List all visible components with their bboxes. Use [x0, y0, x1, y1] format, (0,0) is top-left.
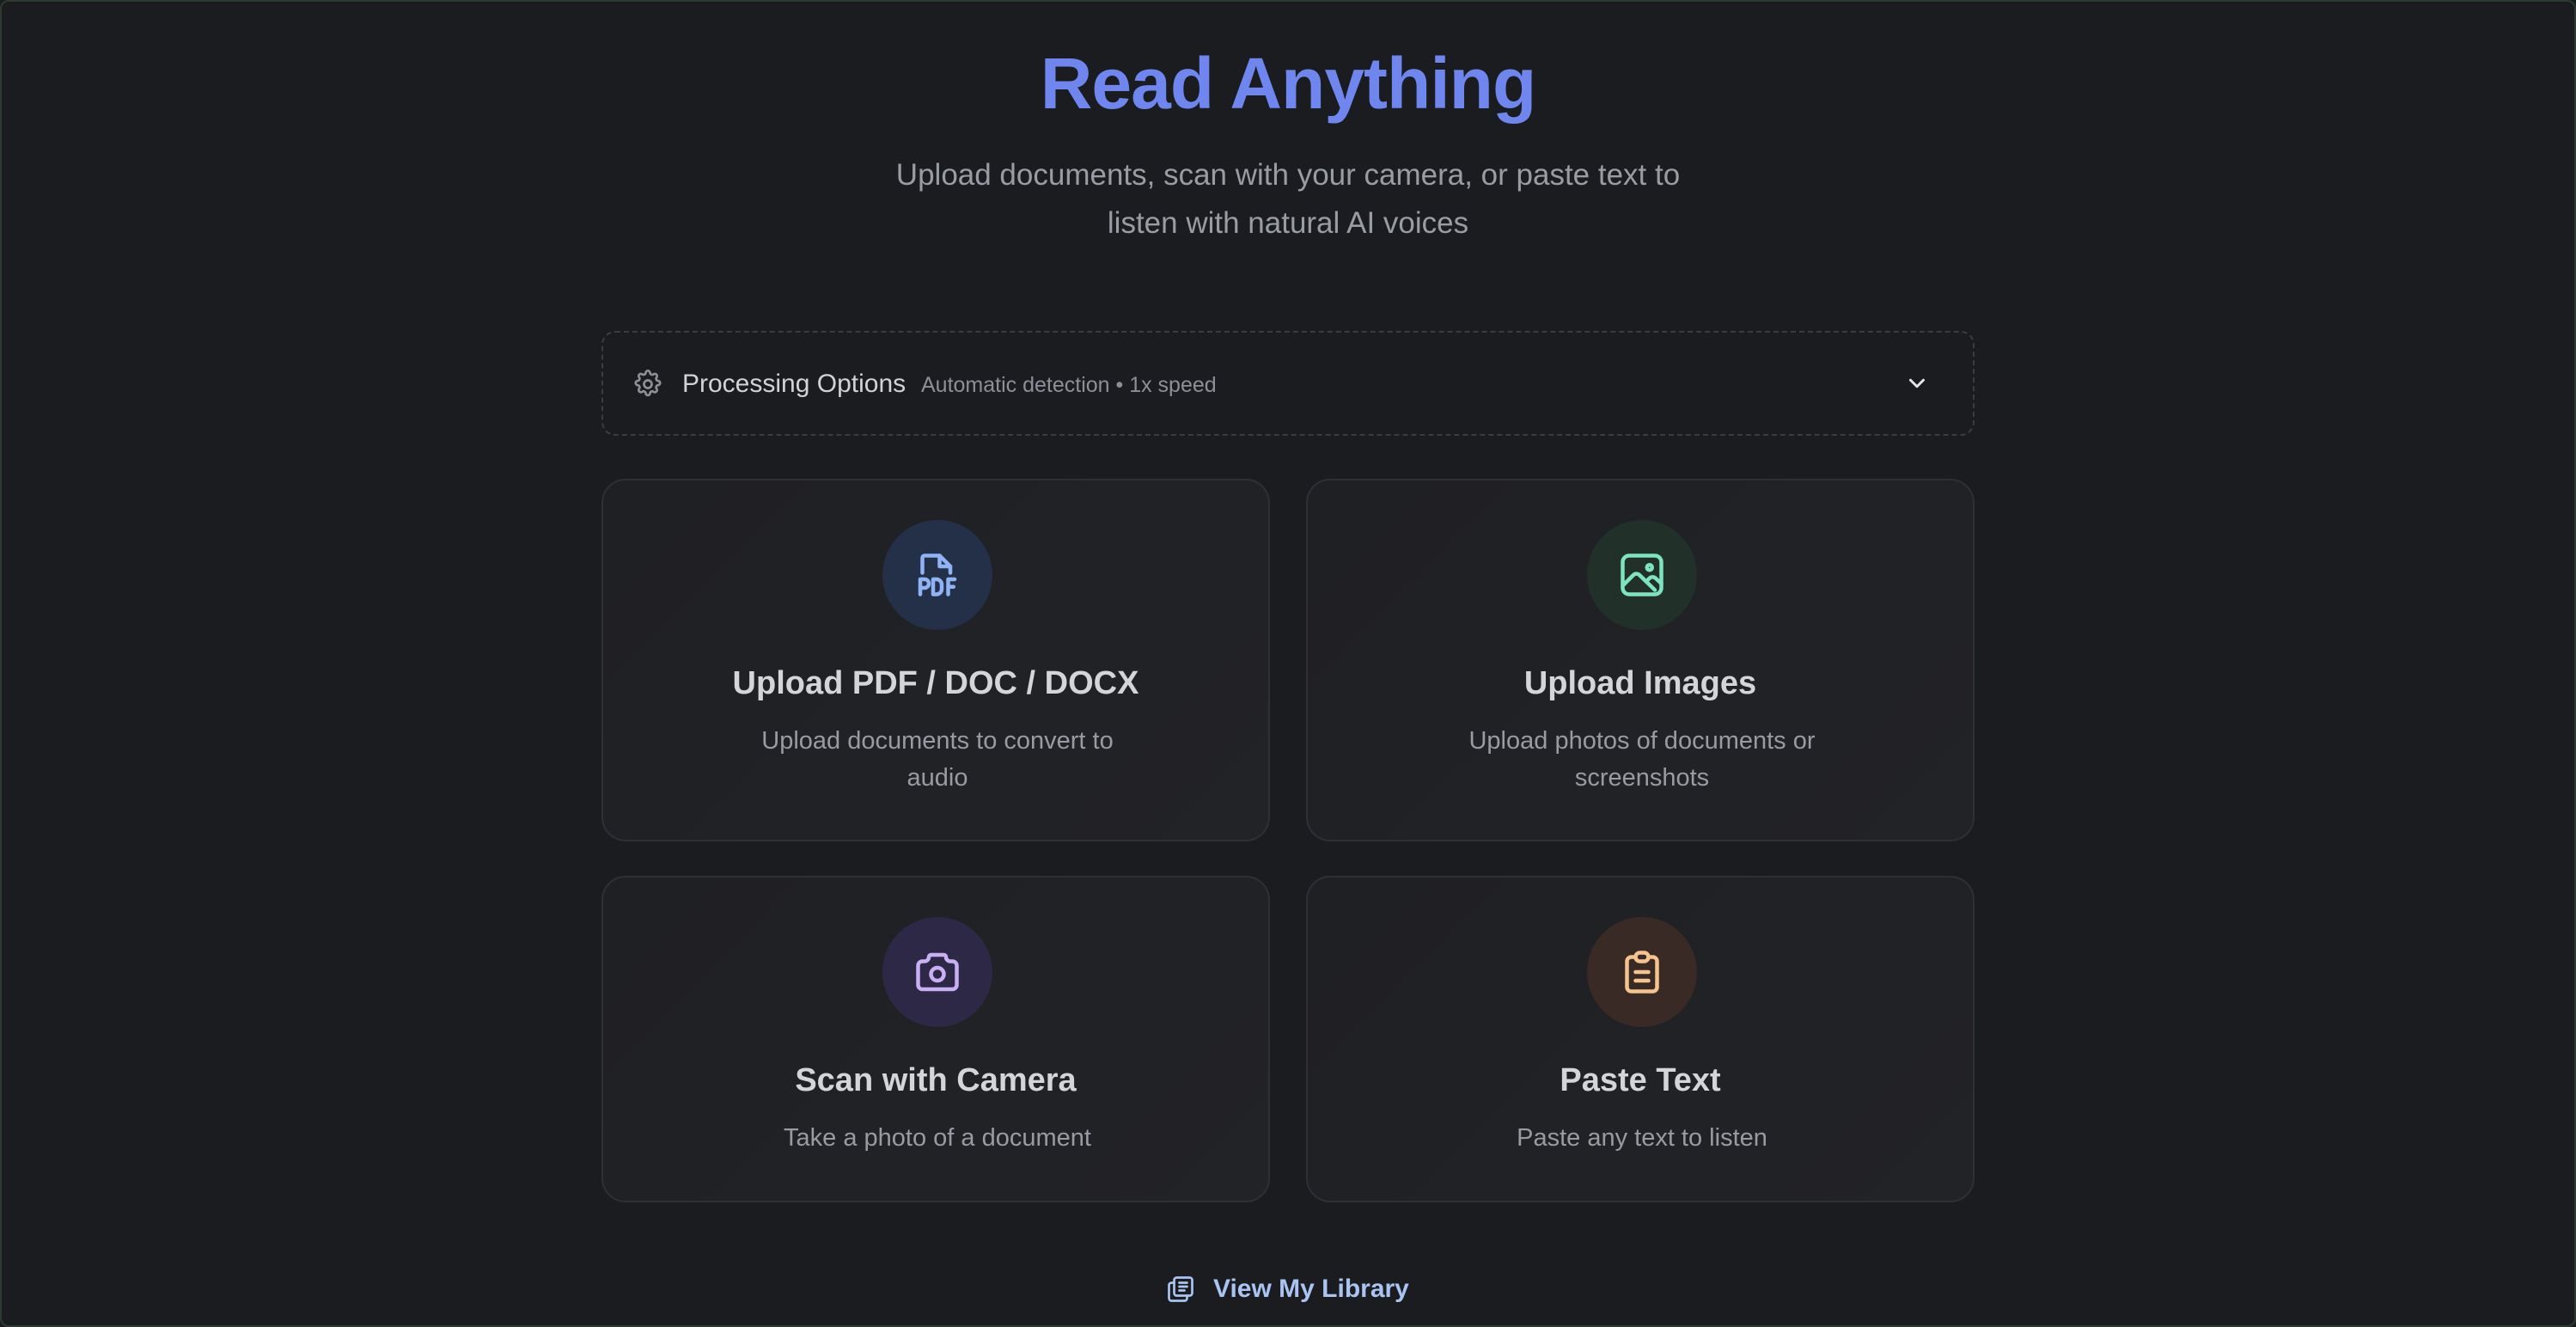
camera-icon-badge — [882, 917, 992, 1027]
view-library-link[interactable]: View My Library — [1165, 1269, 1409, 1310]
pdf-file-icon — [918, 553, 957, 596]
pdf-icon-badge — [882, 520, 992, 630]
image-icon — [1621, 553, 1663, 596]
scan-camera-card[interactable]: Scan with Camera Take a photo of a docum… — [601, 876, 1270, 1202]
card-title: Paste Text — [1560, 1062, 1721, 1098]
view-library-label: View My Library — [1213, 1275, 1409, 1303]
card-title: Upload PDF / DOC / DOCX — [732, 665, 1139, 701]
card-description: Upload documents to convert to audio — [761, 727, 1114, 792]
upload-document-card[interactable]: Upload PDF / DOC / DOCX Upload documents… — [601, 479, 1270, 841]
gear-icon — [634, 370, 662, 397]
clipboard-icon — [1625, 951, 1659, 994]
chevron-down-icon[interactable] — [1904, 370, 1930, 396]
page-subtitle: Upload documents, scan with your camera,… — [895, 158, 1681, 240]
library-icon — [1168, 1276, 1193, 1302]
app-window: Read Anything Upload documents, scan wit… — [0, 0, 2576, 1327]
processing-options-toggle[interactable]: Processing Options Automatic detection •… — [601, 331, 1975, 436]
card-description: Take a photo of a document — [784, 1124, 1091, 1152]
camera-icon — [916, 952, 959, 992]
image-icon-badge — [1587, 520, 1697, 630]
upload-images-card[interactable]: Upload Images Upload photos of documents… — [1306, 479, 1975, 841]
processing-options-label: Processing Options — [682, 370, 906, 398]
card-description: Upload photos of documents or screenshot… — [1468, 727, 1816, 792]
processing-options-summary: Automatic detection • 1x speed — [921, 373, 1217, 397]
page-title: Read Anything — [1040, 43, 1537, 124]
card-description: Paste any text to listen — [1517, 1124, 1767, 1152]
card-title: Upload Images — [1523, 665, 1757, 701]
card-title: Scan with Camera — [795, 1062, 1077, 1098]
paste-text-card[interactable]: Paste Text Paste any text to listen — [1306, 876, 1975, 1202]
clipboard-icon-badge — [1587, 917, 1697, 1027]
